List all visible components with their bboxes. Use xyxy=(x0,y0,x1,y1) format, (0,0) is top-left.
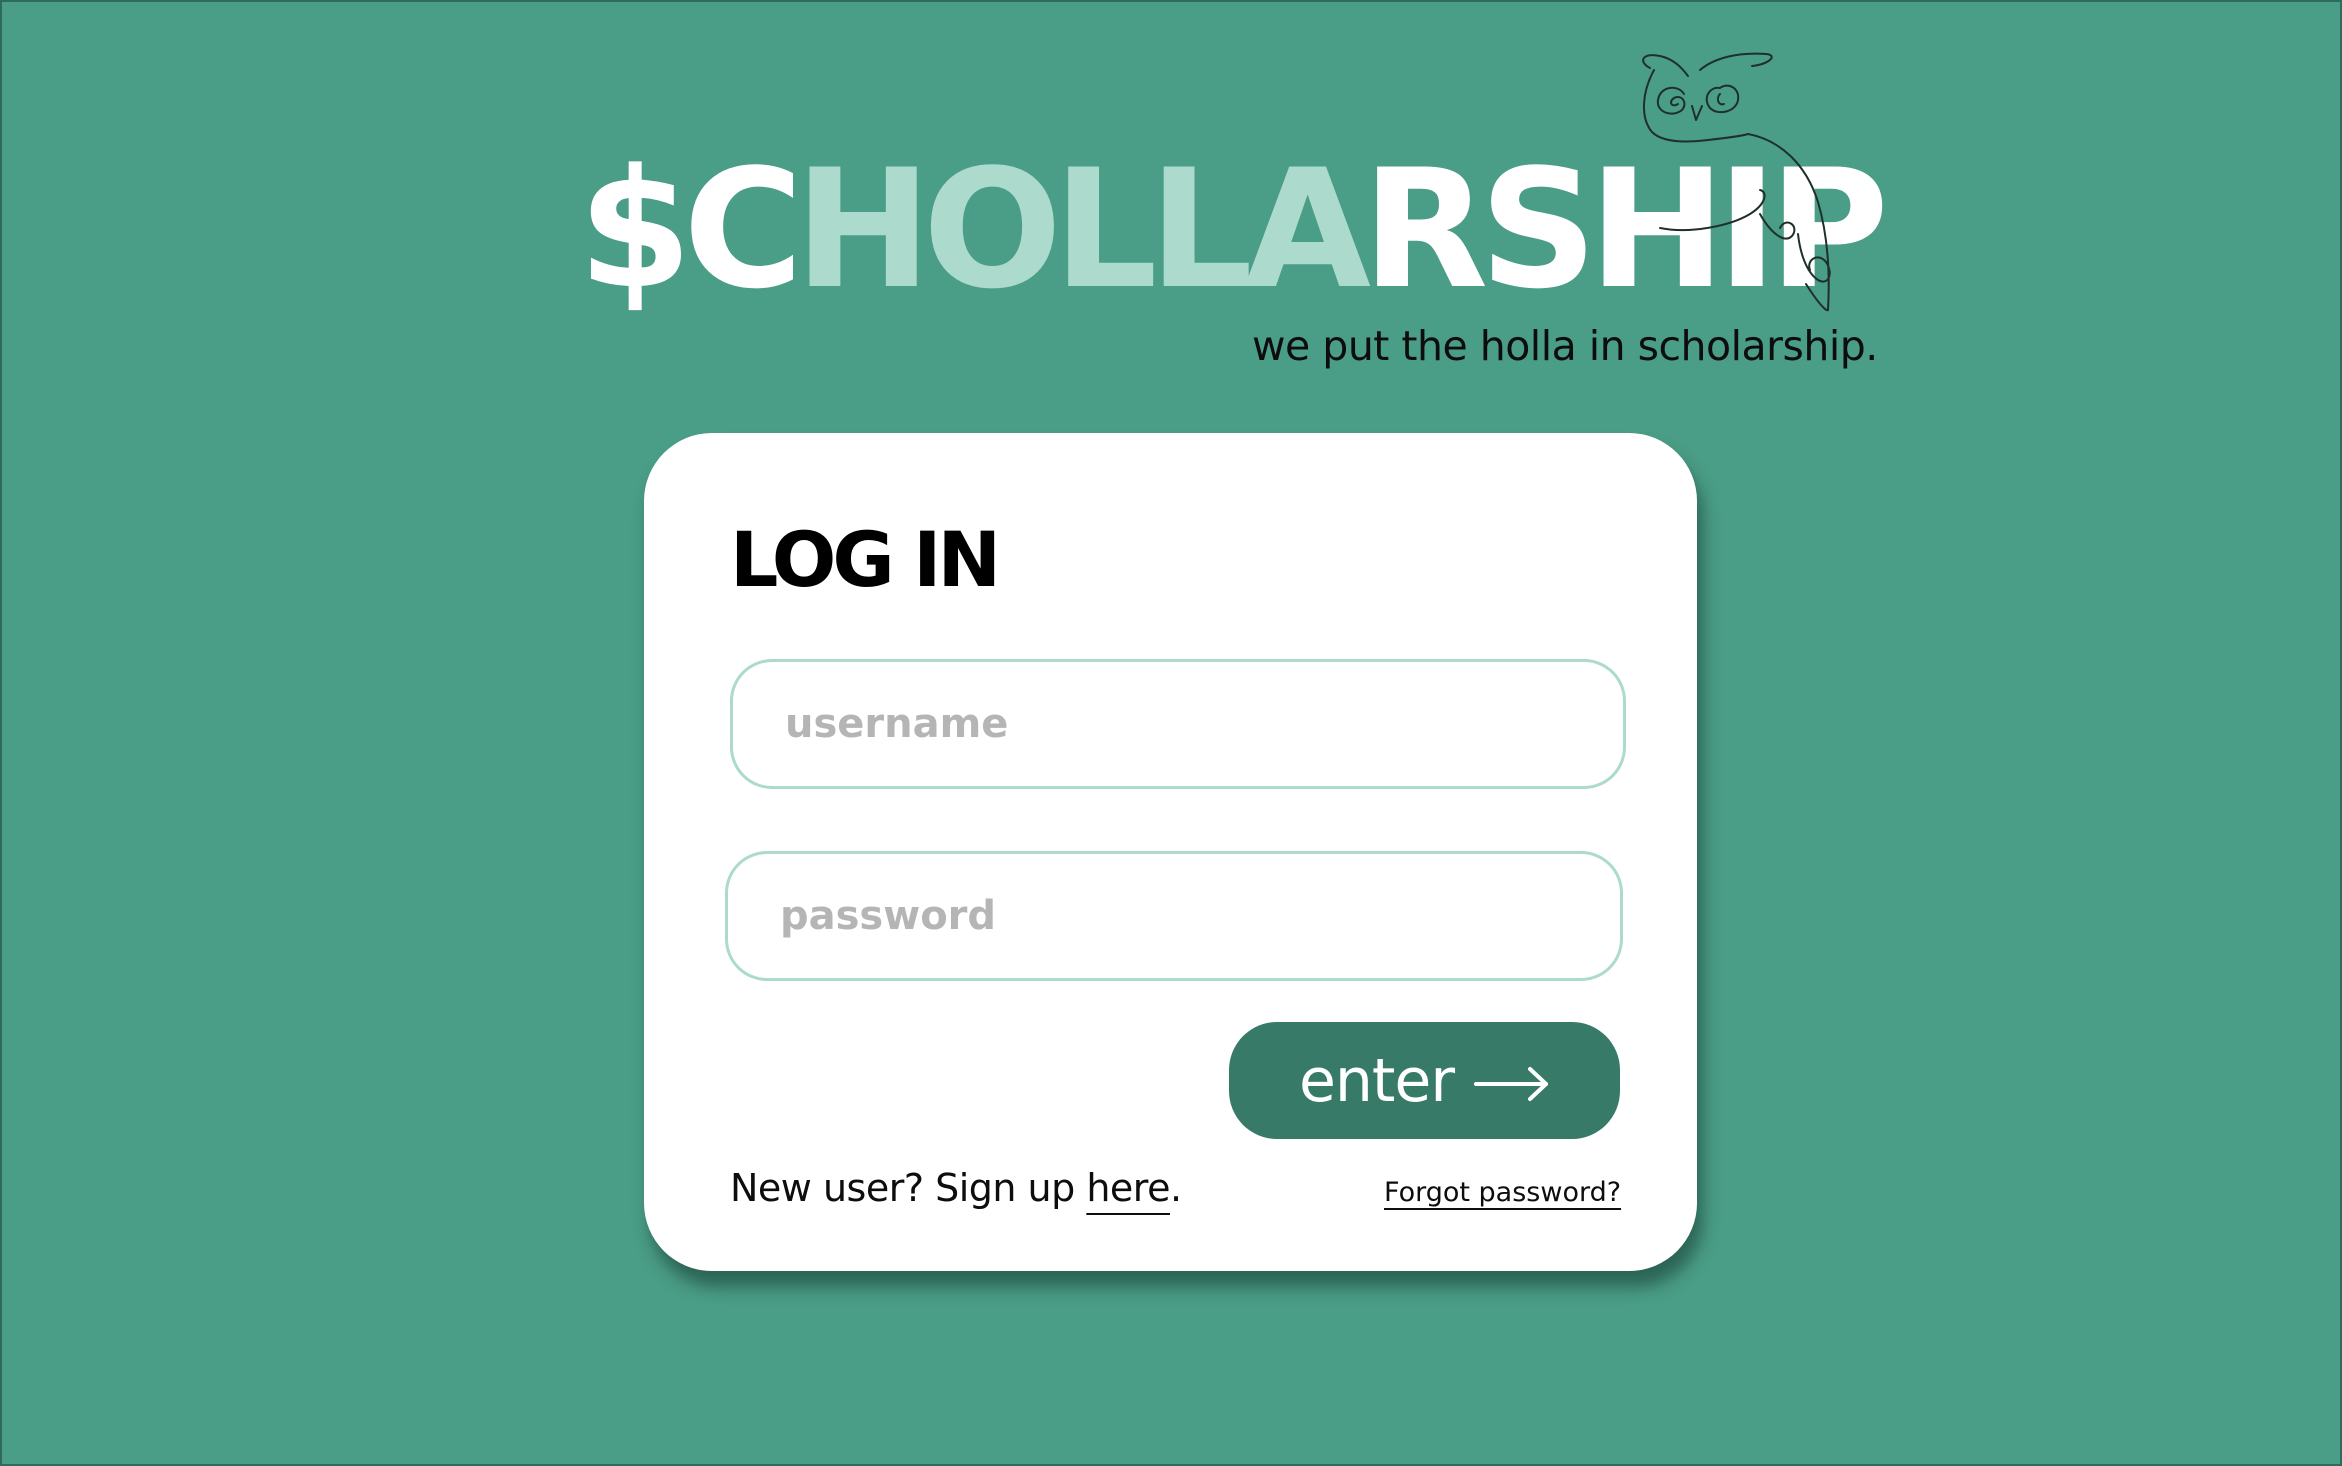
login-card: LOG IN enter New user? Sign up here. For… xyxy=(644,433,1697,1271)
forgot-password-link[interactable]: Forgot password? xyxy=(1384,1175,1621,1211)
signup-prompt: New user? Sign up here. xyxy=(730,1162,1182,1214)
logo-part-holla: HOLLA xyxy=(794,134,1371,325)
enter-button[interactable]: enter xyxy=(1229,1022,1620,1139)
signup-link[interactable]: here xyxy=(1086,1166,1170,1210)
owl-line-drawing-icon xyxy=(1642,52,1831,312)
login-title: LOG IN xyxy=(730,515,1001,604)
enter-button-label: enter xyxy=(1298,1045,1455,1116)
brand-tagline: we put the holla in scholarship. xyxy=(1252,322,1878,370)
username-input[interactable] xyxy=(730,659,1626,789)
password-input[interactable] xyxy=(725,851,1623,981)
signup-suffix: . xyxy=(1169,1166,1182,1210)
arrow-right-icon xyxy=(1474,1066,1549,1101)
signup-prefix: New user? Sign up xyxy=(730,1166,1087,1210)
logo-part-dollar-c: $C xyxy=(578,134,803,325)
